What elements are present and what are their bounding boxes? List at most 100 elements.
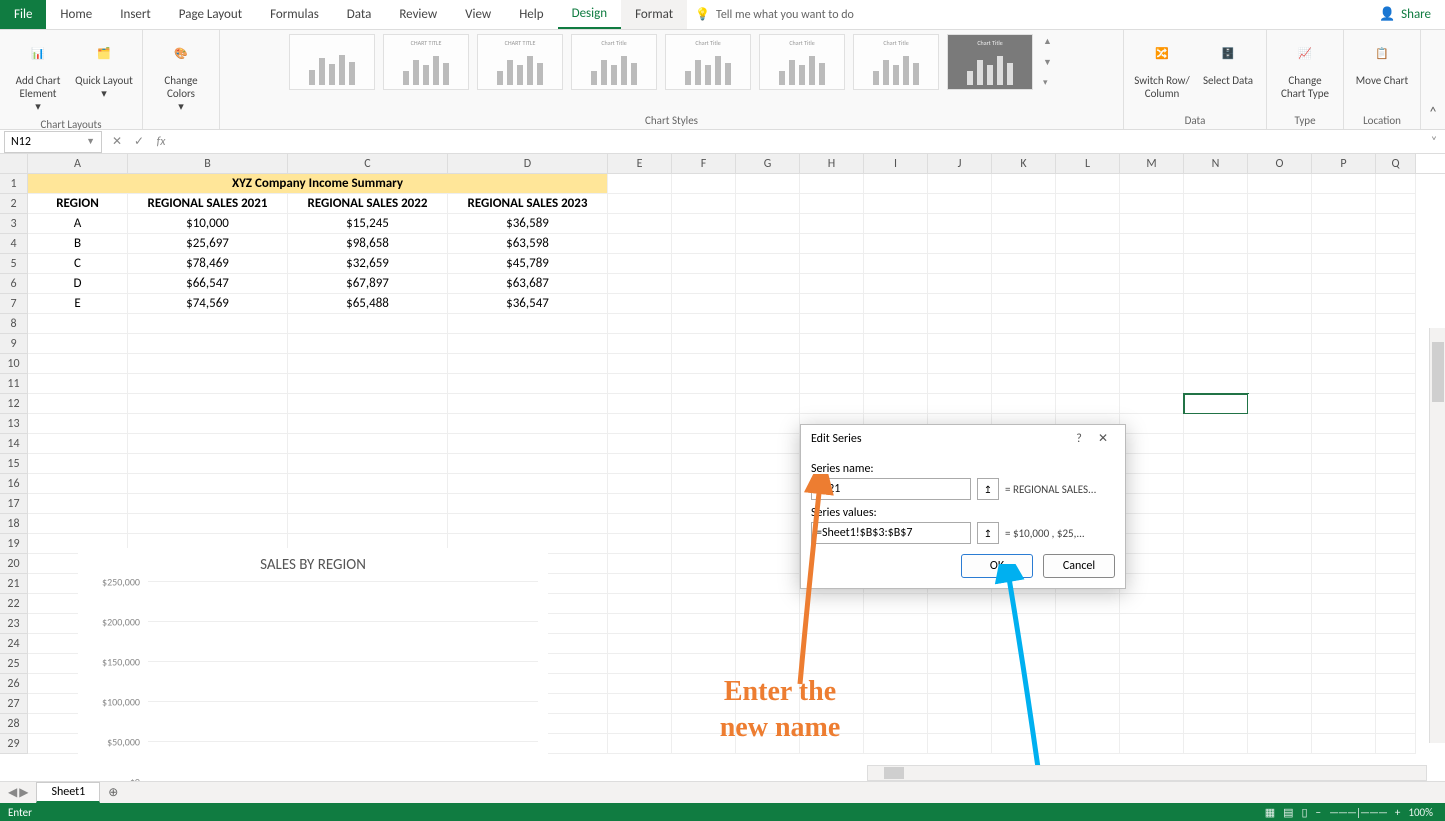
cell-P12[interactable] bbox=[1312, 394, 1376, 414]
cell-P29[interactable] bbox=[1312, 734, 1376, 754]
cell-O9[interactable] bbox=[1248, 334, 1312, 354]
cell-M10[interactable] bbox=[1120, 354, 1184, 374]
cell-B12[interactable] bbox=[128, 394, 288, 414]
cell-G6[interactable] bbox=[736, 274, 800, 294]
cell-J28[interactable] bbox=[928, 714, 992, 734]
cell-P3[interactable] bbox=[1312, 214, 1376, 234]
cell-E3[interactable] bbox=[608, 214, 672, 234]
cell-M22[interactable] bbox=[1120, 594, 1184, 614]
cell-L7[interactable] bbox=[1056, 294, 1120, 314]
cell-H26[interactable] bbox=[800, 674, 864, 694]
cell-H10[interactable] bbox=[800, 354, 864, 374]
cell-G2[interactable] bbox=[736, 194, 800, 214]
cell-M3[interactable] bbox=[1120, 214, 1184, 234]
cell-A9[interactable] bbox=[28, 334, 128, 354]
cell-H12[interactable] bbox=[800, 394, 864, 414]
chart-style-6[interactable]: Chart Title bbox=[759, 34, 845, 90]
chart-style-2[interactable]: CHART TITLE bbox=[383, 34, 469, 90]
cell-B15[interactable] bbox=[128, 454, 288, 474]
cell-N6[interactable] bbox=[1184, 274, 1248, 294]
cell-D18[interactable] bbox=[448, 514, 608, 534]
cell-K27[interactable] bbox=[992, 694, 1056, 714]
cell-D15[interactable] bbox=[448, 454, 608, 474]
cell-D11[interactable] bbox=[448, 374, 608, 394]
cell-D3[interactable]: $36,589 bbox=[448, 214, 608, 234]
cell-E16[interactable] bbox=[608, 474, 672, 494]
cell-Q28[interactable] bbox=[1376, 714, 1416, 734]
row-header-25[interactable]: 25 bbox=[0, 654, 28, 674]
quick-layout-button[interactable]: 🗂️Quick Layout ▾ bbox=[74, 34, 134, 100]
row-header-12[interactable]: 12 bbox=[0, 394, 28, 414]
switch-row-column-button[interactable]: 🔀Switch Row/ Column bbox=[1132, 34, 1192, 100]
cell-B11[interactable] bbox=[128, 374, 288, 394]
cell-J22[interactable] bbox=[928, 594, 992, 614]
cell-C9[interactable] bbox=[288, 334, 448, 354]
cell-E6[interactable] bbox=[608, 274, 672, 294]
cell-L2[interactable] bbox=[1056, 194, 1120, 214]
cell-A8[interactable] bbox=[28, 314, 128, 334]
cell-G9[interactable] bbox=[736, 334, 800, 354]
cell-L10[interactable] bbox=[1056, 354, 1120, 374]
cell-C10[interactable] bbox=[288, 354, 448, 374]
tab-help[interactable]: Help bbox=[505, 0, 557, 29]
dialog-close-button[interactable]: ✕ bbox=[1091, 431, 1115, 446]
cell-O12[interactable] bbox=[1248, 394, 1312, 414]
cell-H1[interactable] bbox=[800, 174, 864, 194]
cell-L12[interactable] bbox=[1056, 394, 1120, 414]
row-header-21[interactable]: 21 bbox=[0, 574, 28, 594]
cell-O17[interactable] bbox=[1248, 494, 1312, 514]
series-name-input[interactable] bbox=[811, 478, 971, 500]
cell-F12[interactable] bbox=[672, 394, 736, 414]
cell-J5[interactable] bbox=[928, 254, 992, 274]
cell-H29[interactable] bbox=[800, 734, 864, 754]
cell-P17[interactable] bbox=[1312, 494, 1376, 514]
cell-E7[interactable] bbox=[608, 294, 672, 314]
cell-Q14[interactable] bbox=[1376, 434, 1416, 454]
cell-I5[interactable] bbox=[864, 254, 928, 274]
chart-style-3[interactable]: CHART TITLE bbox=[477, 34, 563, 90]
cell-B9[interactable] bbox=[128, 334, 288, 354]
cell-I23[interactable] bbox=[864, 614, 928, 634]
cell-P28[interactable] bbox=[1312, 714, 1376, 734]
cell-E1[interactable] bbox=[608, 174, 672, 194]
cell-C15[interactable] bbox=[288, 454, 448, 474]
cell-G12[interactable] bbox=[736, 394, 800, 414]
cell-G26[interactable] bbox=[736, 674, 800, 694]
cell-F15[interactable] bbox=[672, 454, 736, 474]
cell-P21[interactable] bbox=[1312, 574, 1376, 594]
cell-M24[interactable] bbox=[1120, 634, 1184, 654]
cell-N7[interactable] bbox=[1184, 294, 1248, 314]
cell-L26[interactable] bbox=[1056, 674, 1120, 694]
row-header-13[interactable]: 13 bbox=[0, 414, 28, 434]
move-chart-button[interactable]: 📋Move Chart bbox=[1352, 34, 1412, 87]
cell-O2[interactable] bbox=[1248, 194, 1312, 214]
cell-A16[interactable] bbox=[28, 474, 128, 494]
cell-L22[interactable] bbox=[1056, 594, 1120, 614]
cell-M28[interactable] bbox=[1120, 714, 1184, 734]
cell-H23[interactable] bbox=[800, 614, 864, 634]
cell-M21[interactable] bbox=[1120, 574, 1184, 594]
cell-F6[interactable] bbox=[672, 274, 736, 294]
cell-G29[interactable] bbox=[736, 734, 800, 754]
cell-E9[interactable] bbox=[608, 334, 672, 354]
share-button[interactable]: 👤 Share bbox=[1365, 0, 1445, 29]
cell-K28[interactable] bbox=[992, 714, 1056, 734]
row-header-4[interactable]: 4 bbox=[0, 234, 28, 254]
cell-B4[interactable]: $25,697 bbox=[128, 234, 288, 254]
cell-F1[interactable] bbox=[672, 174, 736, 194]
cell-D6[interactable]: $63,687 bbox=[448, 274, 608, 294]
cell-J9[interactable] bbox=[928, 334, 992, 354]
cell-F3[interactable] bbox=[672, 214, 736, 234]
cell-J8[interactable] bbox=[928, 314, 992, 334]
cell-Q13[interactable] bbox=[1376, 414, 1416, 434]
cell-G1[interactable] bbox=[736, 174, 800, 194]
cell-P20[interactable] bbox=[1312, 554, 1376, 574]
cell-E18[interactable] bbox=[608, 514, 672, 534]
cell-O23[interactable] bbox=[1248, 614, 1312, 634]
cell-K11[interactable] bbox=[992, 374, 1056, 394]
column-header-C[interactable]: C bbox=[288, 154, 448, 173]
cancel-formula-button[interactable]: ✕ bbox=[106, 134, 128, 149]
row-header-17[interactable]: 17 bbox=[0, 494, 28, 514]
cell-K25[interactable] bbox=[992, 654, 1056, 674]
cell-Q5[interactable] bbox=[1376, 254, 1416, 274]
